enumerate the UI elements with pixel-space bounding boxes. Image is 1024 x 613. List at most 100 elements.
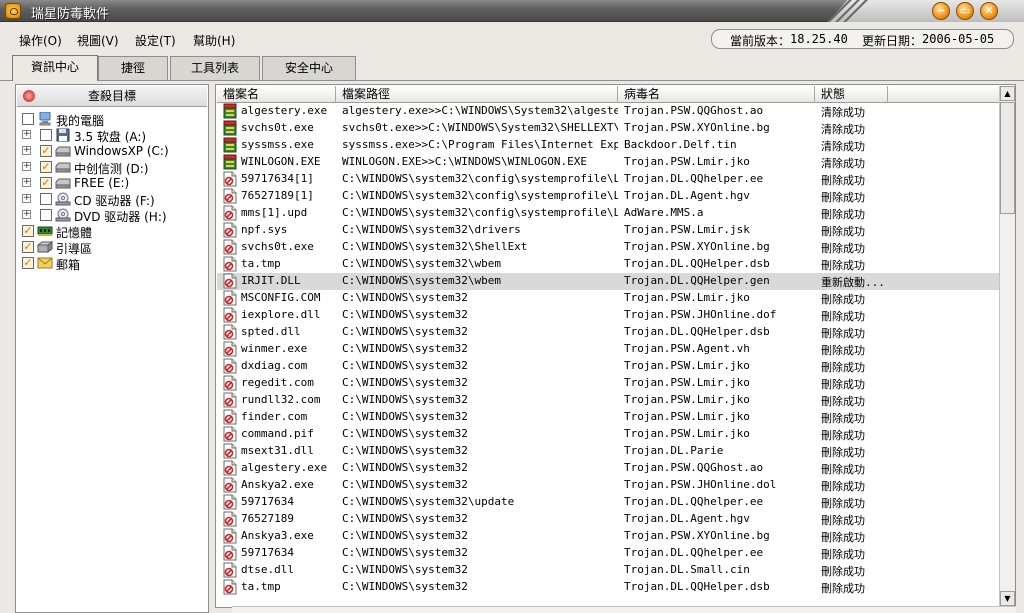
memory-icon xyxy=(37,224,53,238)
table-row[interactable]: 59717634[1] C:\WINDOWS\system32\config\sy… xyxy=(217,171,999,188)
scroll-down-icon[interactable]: ▼ xyxy=(1000,591,1015,606)
column-header-filename[interactable]: 檔案名 xyxy=(217,86,336,103)
tree-checkbox[interactable] xyxy=(22,225,34,237)
tree-expander-icon[interactable]: + xyxy=(22,194,31,203)
menu-view[interactable]: 視圖(V) xyxy=(77,32,119,49)
table-row[interactable]: 59717634 C:\WINDOWS\system32\update Trojan… xyxy=(217,494,999,511)
close-button[interactable]: ✕ xyxy=(980,2,998,20)
table-row[interactable]: ta.tmp C:\WINDOWS\system32 Trojan.DL.QQHel… xyxy=(217,579,999,596)
tree-node[interactable]: + DVD 驱动器 (H:) xyxy=(16,207,208,224)
scroll-up-icon[interactable]: ▲ xyxy=(1000,86,1015,101)
tree-checkbox[interactable] xyxy=(40,193,52,205)
column-header-status[interactable]: 狀態 xyxy=(815,86,888,103)
tree-node[interactable]: 引導區 xyxy=(16,239,208,256)
tree-checkbox[interactable] xyxy=(22,257,34,269)
tree-node-label: 郵箱 xyxy=(56,258,81,272)
infected-file-icon xyxy=(223,290,237,306)
drive-icon xyxy=(55,176,71,190)
tree-node[interactable]: +3.5 软盘 (A:) xyxy=(16,127,208,144)
table-row[interactable]: IRJIT.DLL C:\WINDOWS\system32\wbem Trojan.… xyxy=(217,273,999,290)
table-row[interactable]: npf.sys C:\WINDOWS\system32\drivers Trojan… xyxy=(217,222,999,239)
infected-file-icon xyxy=(223,545,237,561)
menu-operate[interactable]: 操作(O) xyxy=(19,32,62,49)
tree-checkbox[interactable] xyxy=(40,161,52,173)
table-row[interactable]: command.pif C:\WINDOWS\system32 Trojan.PSW… xyxy=(217,426,999,443)
infected-file-icon xyxy=(223,341,237,357)
tab-tool-list[interactable]: 工具列表 xyxy=(170,56,260,80)
tree-expander-icon[interactable]: + xyxy=(22,178,31,187)
tab-security-center[interactable]: 安全中心 xyxy=(262,56,356,80)
table-row[interactable]: algestery.exe C:\WINDOWS\system32 Trojan.P… xyxy=(217,460,999,477)
cell-virus-name: Trojan.PSW.JHOnline.dof xyxy=(624,308,777,321)
tree-node[interactable]: 我的電腦 xyxy=(16,111,208,128)
table-row[interactable]: 76527189 C:\WINDOWS\system32 Trojan.DL.Age… xyxy=(217,511,999,528)
tree-checkbox[interactable] xyxy=(22,113,34,125)
column-header-virus[interactable]: 病毒名 xyxy=(618,86,815,103)
title-bar[interactable]: 瑞星防毒軟件 − ▭ ✕ xyxy=(0,0,1024,22)
table-row[interactable]: iexplore.dll C:\WINDOWS\system32 Trojan.PS… xyxy=(217,307,999,324)
table-row[interactable]: WINLOGON.EXE WINLOGON.EXE>>C:\WINDOWS\WIN… xyxy=(217,154,999,171)
restore-button[interactable]: ▭ xyxy=(956,2,974,20)
table-row[interactable]: mms[1].upd C:\WINDOWS\system32\config\sys… xyxy=(217,205,999,222)
table-row[interactable]: syssmss.exe syssmss.exe>>C:\Program Files… xyxy=(217,137,999,154)
table-row[interactable]: algestery.exe algestery.exe>>C:\WINDOWS\S… xyxy=(217,103,999,120)
tree-checkbox[interactable] xyxy=(22,241,34,253)
computer-icon xyxy=(37,111,53,126)
cell-filename: rundll32.com xyxy=(241,393,321,406)
table-header: 檔案名 檔案路徑 病毒名 狀態 xyxy=(217,86,999,103)
column-header-path[interactable]: 檔案路徑 xyxy=(336,86,618,103)
tree-expander-icon[interactable]: + xyxy=(22,162,31,171)
table-row[interactable]: svchs0t.exe svchs0t.exe>>C:\WINDOWS\Syste… xyxy=(217,120,999,137)
tree-expander-icon[interactable]: + xyxy=(22,210,31,219)
cell-virus-name: AdWare.MMS.a xyxy=(624,206,704,219)
cell-path: C:\WINDOWS\system32\config\systemprofile… xyxy=(342,189,618,202)
update-date-label: 更新日期： xyxy=(862,34,923,48)
table-row[interactable]: dxdiag.com C:\WINDOWS\system32 Trojan.PSW.… xyxy=(217,358,999,375)
vertical-scrollbar[interactable]: ▲ ▼ xyxy=(999,86,1015,607)
menu-help[interactable]: 幫助(H) xyxy=(193,32,235,49)
table-row[interactable]: msext31.dll C:\WINDOWS\system32 Trojan.DL.… xyxy=(217,443,999,460)
cell-virus-name: Trojan.PSW.Lmir.jsk xyxy=(624,223,750,236)
table-row[interactable]: 59717634 C:\WINDOWS\system32 Trojan.DL.QQh… xyxy=(217,545,999,562)
table-row[interactable]: dtse.dll C:\WINDOWS\system32 Trojan.DL.Sma… xyxy=(217,562,999,579)
cell-path: C:\WINDOWS\system32\ShellExt xyxy=(342,240,528,253)
cell-virus-name: Trojan.DL.QQHelper.dsb xyxy=(624,580,770,593)
tree-node[interactable]: +中创信测 (D:) xyxy=(16,159,208,176)
table-row[interactable]: 76527189[1] C:\WINDOWS\system32\config\sy… xyxy=(217,188,999,205)
cell-filename: Anskya3.exe xyxy=(241,529,314,542)
table-row[interactable]: finder.com C:\WINDOWS\system32 Trojan.PSW.… xyxy=(217,409,999,426)
table-row[interactable]: winmer.exe C:\WINDOWS\system32 Trojan.PSW.… xyxy=(217,341,999,358)
tree-expander-icon[interactable]: + xyxy=(22,146,31,155)
table-row[interactable]: regedit.com C:\WINDOWS\system32 Trojan.PSW… xyxy=(217,375,999,392)
table-row[interactable]: ta.tmp C:\WINDOWS\system32\wbem Trojan.DL.… xyxy=(217,256,999,273)
tree-node[interactable]: 郵箱 xyxy=(16,255,208,272)
tree-checkbox[interactable] xyxy=(40,177,52,189)
table-row[interactable]: Anskya3.exe C:\WINDOWS\system32 Trojan.PSW… xyxy=(217,528,999,545)
menu-settings[interactable]: 設定(T) xyxy=(135,32,176,49)
tree-checkbox[interactable] xyxy=(40,129,52,141)
table-row[interactable]: svchs0t.exe C:\WINDOWS\system32\ShellExt T… xyxy=(217,239,999,256)
cell-path: C:\WINDOWS\system32 xyxy=(342,325,468,338)
table-row[interactable]: MSCONFIG.COM C:\WINDOWS\system32 Trojan.PS… xyxy=(217,290,999,307)
tree-node[interactable]: + FREE (E:) xyxy=(16,175,208,191)
tree-expander-icon[interactable]: + xyxy=(22,130,31,139)
infected-file-icon xyxy=(223,562,237,578)
cell-filename: msext31.dll xyxy=(241,444,314,457)
tab-info-center[interactable]: 資訊中心 xyxy=(12,55,98,81)
tree-node[interactable]: 記憶體 xyxy=(16,223,208,240)
cell-path: syssmss.exe>>C:\Program Files\Internet E… xyxy=(342,138,618,151)
tree-node[interactable]: + WindowsXP (C:) xyxy=(16,143,208,159)
table-row[interactable]: rundll32.com C:\WINDOWS\system32 Trojan.PS… xyxy=(217,392,999,409)
tree-checkbox[interactable] xyxy=(40,209,52,221)
scan-target-button[interactable]: 查殺目標 xyxy=(17,86,207,107)
cell-status: 刪除成功 xyxy=(821,497,865,510)
cell-path: C:\WINDOWS\system32 xyxy=(342,580,468,593)
table-row[interactable]: spted.dll C:\WINDOWS\system32 Trojan.DL.QQ… xyxy=(217,324,999,341)
scroll-thumb[interactable] xyxy=(1000,102,1015,214)
tab-shortcuts[interactable]: 捷徑 xyxy=(98,56,168,80)
tree-checkbox[interactable] xyxy=(40,145,52,157)
table-row[interactable]: Anskya2.exe C:\WINDOWS\system32 Trojan.PSW… xyxy=(217,477,999,494)
cell-virus-name: Trojan.PSW.Lmir.jko xyxy=(624,376,750,389)
tree-node[interactable]: + CD 驱动器 (F:) xyxy=(16,191,208,208)
minimize-button[interactable]: − xyxy=(932,2,950,20)
